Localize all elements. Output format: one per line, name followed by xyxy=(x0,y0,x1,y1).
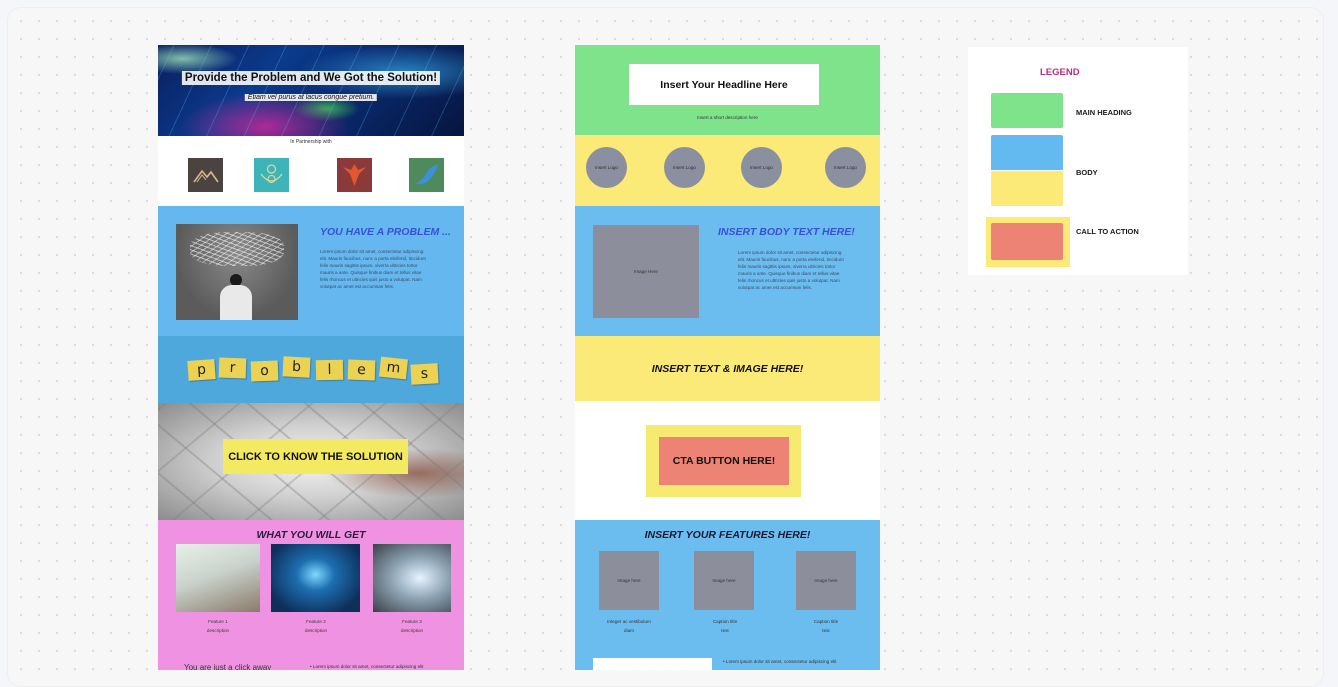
legend-swatch-body-blue xyxy=(991,135,1063,170)
feature-name: Feature 3 xyxy=(402,619,422,624)
feature-caption-title: Integer ac vestibulum xyxy=(607,619,651,624)
body-title: INSERT BODY TEXT HERE! xyxy=(718,226,855,238)
lotus-logo-icon xyxy=(254,158,289,192)
logo-placeholder: Insert Logo xyxy=(741,147,782,188)
feature-image-3 xyxy=(373,544,451,612)
puzzle-image-section: CLICK TO KNOW THE SOLUTION xyxy=(158,403,464,520)
landing-page-example[interactable]: Provide the Problem and We Got the Solut… xyxy=(158,45,464,670)
know-solution-button[interactable]: CLICK TO KNOW THE SOLUTION xyxy=(223,439,408,474)
legend-swatch-cta-border xyxy=(986,217,1070,267)
legend-swatch-body-yellow xyxy=(991,171,1063,206)
logo-placeholder: Insert Logo xyxy=(825,147,866,188)
problem-section: YOU HAVE A PROBLEM ... Lorem ipsum dolor… xyxy=(158,206,464,336)
features-bullet-text: • Lorem ipsum dolor sit amet, consectetu… xyxy=(723,659,837,664)
partners-label: In Partnership with xyxy=(290,139,332,145)
click-away-text: You are just a click away xyxy=(184,663,272,670)
body-text: Lorem ipsum dolor sit amet, consectetur … xyxy=(738,250,844,290)
feature-desc: description xyxy=(304,628,328,633)
feature-caption: Caption title text xyxy=(685,617,765,635)
letter-tile: e xyxy=(347,359,376,381)
legend-swatch-cta xyxy=(991,223,1063,260)
feature-caption-title: Caption title xyxy=(813,619,839,624)
features-title: INSERT YOUR FEATURES HERE! xyxy=(644,529,811,541)
problems-tiles-banner: p r o b l e m s xyxy=(158,336,464,403)
legend-label-cta: CALL TO ACTION xyxy=(1076,227,1139,236)
feature-image-placeholder: Image here xyxy=(796,551,856,610)
person-body xyxy=(220,285,252,320)
input-placeholder-box xyxy=(593,658,712,670)
feature-desc: description xyxy=(206,628,230,633)
image-placeholder: Image Here xyxy=(593,225,699,318)
problem-photo xyxy=(176,224,298,320)
legend-label-body: BODY xyxy=(1076,168,1098,177)
feature-image-1 xyxy=(176,544,260,612)
problem-body-text: Lorem ipsum dolor sit amet, consectetur … xyxy=(320,249,426,289)
legend-card[interactable]: LEGEND MAIN HEADING BODY CALL TO ACTION xyxy=(968,47,1188,275)
feature-name: Feature 1 xyxy=(208,619,228,624)
logos-section: Insert Logo Insert Logo Insert Logo Inse… xyxy=(575,135,880,206)
body-section: Image Here INSERT BODY TEXT HERE! Lorem … xyxy=(575,206,880,336)
feature-name: Feature 2 xyxy=(306,619,326,624)
feature-image-placeholder: Image here xyxy=(599,551,659,610)
hero-subtitle: Etiam vel purus at lacus congue pretium. xyxy=(244,94,378,101)
letter-tile: p xyxy=(187,359,216,381)
feature-caption: Integer ac vestibulum diam xyxy=(589,617,669,635)
partners-section: In Partnership with xyxy=(158,136,464,206)
problem-title: YOU HAVE A PROBLEM ... xyxy=(320,226,451,238)
feature-caption-sub: text xyxy=(721,628,729,633)
feature-image-placeholder: Image here xyxy=(694,551,754,610)
bullet-text: • Lorem ipsum dolor sit amet, consectetu… xyxy=(310,664,424,669)
legend-label-main-heading: MAIN HEADING xyxy=(1076,108,1132,117)
legend-swatch-main-heading xyxy=(991,93,1063,128)
what-you-get-section: WHAT YOU WILL GET Feature 1 description … xyxy=(158,520,464,670)
feature-caption-2: Feature 2 description xyxy=(286,617,346,635)
feature-desc: description xyxy=(400,628,424,633)
cta-button[interactable]: CTA BUTTON HERE! xyxy=(659,437,789,485)
cta-section: CTA BUTTON HERE! xyxy=(575,401,880,520)
letter-tile: s xyxy=(410,363,439,385)
headline-placeholder[interactable]: Insert Your Headline Here xyxy=(629,64,819,105)
legend-title: LEGEND xyxy=(1040,67,1080,78)
features-section: INSERT YOUR FEATURES HERE! Image here Im… xyxy=(575,520,880,670)
what-you-get-title: WHAT YOU WILL GET xyxy=(256,529,366,541)
feature-caption: Caption title text xyxy=(786,617,866,635)
feature-caption-1: Feature 1 description xyxy=(188,617,248,635)
letter-tile: b xyxy=(282,356,311,378)
letter-tile: r xyxy=(218,357,247,379)
feature-caption-title: Caption title xyxy=(712,619,738,624)
logo-placeholder: Insert Logo xyxy=(664,147,705,188)
scribble-graphic xyxy=(190,232,284,266)
letter-tile: o xyxy=(250,360,279,382)
feature-caption-sub: diam xyxy=(624,628,634,633)
hero-title: Provide the Problem and We Got the Solut… xyxy=(181,71,441,85)
headline-description: Insert a short description here xyxy=(697,115,758,120)
mountain-logo-icon xyxy=(188,158,223,192)
feature-caption-sub: text xyxy=(822,628,830,633)
wireframe-template[interactable]: Insert Your Headline Here Insert a short… xyxy=(575,45,880,670)
phoenix-logo-icon xyxy=(337,158,372,192)
feature-caption-3: Feature 3 description xyxy=(382,617,442,635)
feature-image-2 xyxy=(271,544,360,612)
hero-banner: Provide the Problem and We Got the Solut… xyxy=(158,45,464,136)
letter-tile: l xyxy=(315,359,344,381)
logo-placeholder: Insert Logo xyxy=(586,147,627,188)
letter-tile: m xyxy=(379,356,408,380)
wave-logo-icon xyxy=(409,158,444,192)
text-image-section: INSERT TEXT & IMAGE HERE! xyxy=(575,336,880,401)
main-heading-section: Insert Your Headline Here Insert a short… xyxy=(575,45,880,135)
cta-highlight: CTA BUTTON HERE! xyxy=(646,425,801,497)
